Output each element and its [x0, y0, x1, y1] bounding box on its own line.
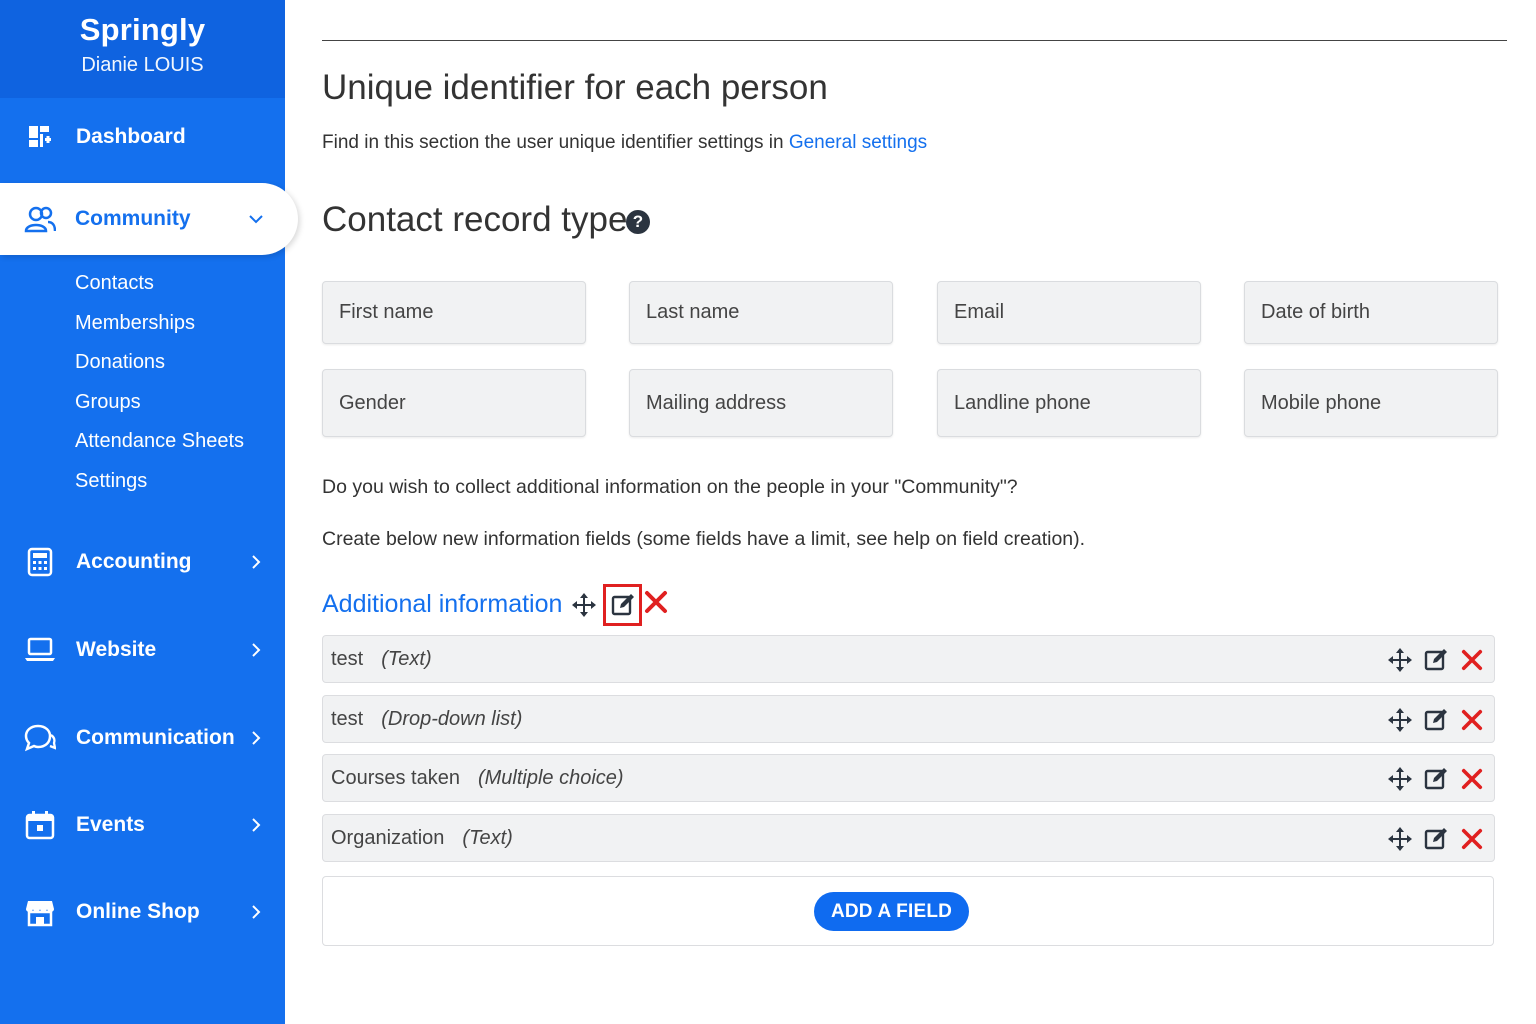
move-icon[interactable]	[1386, 646, 1414, 674]
standard-field-date-of-birth: Date of birth	[1244, 281, 1498, 344]
field-name: test	[331, 707, 364, 730]
user-name: Dianie LOUIS	[81, 54, 204, 76]
sidebar-item-accounting[interactable]: Accounting	[0, 532, 285, 592]
sidebar-item-events[interactable]: Events	[0, 795, 285, 855]
submenu-item-contacts[interactable]: Contacts	[75, 266, 244, 306]
delete-icon[interactable]	[1458, 825, 1486, 853]
sidebar-item-website[interactable]: Website	[0, 620, 285, 680]
field-name: Courses taken	[331, 766, 460, 789]
field-type: (Drop-down list)	[381, 707, 523, 730]
sidebar: Springly Dianie LOUIS Dashboard Communit…	[0, 0, 298, 1024]
field-name: Organization	[331, 826, 445, 849]
shop-icon	[24, 896, 56, 928]
row-actions	[1378, 706, 1486, 734]
chevron-right-icon	[246, 552, 266, 572]
move-icon[interactable]	[1386, 825, 1414, 853]
calendar-icon	[24, 809, 56, 841]
standard-field-last-name: Last name	[629, 281, 893, 344]
sidebar-item-communication[interactable]: Communication	[0, 708, 285, 768]
sidebar-item-label: Community	[75, 207, 191, 230]
sidebar-item-label: Accounting	[76, 550, 192, 573]
move-icon[interactable]	[1386, 706, 1414, 734]
general-settings-link[interactable]: General settings	[789, 132, 927, 153]
submenu-item-memberships[interactable]: Memberships	[75, 306, 244, 346]
chevron-right-icon	[246, 728, 266, 748]
field-name: test	[331, 647, 364, 670]
community-icon	[24, 203, 56, 235]
edit-section-button[interactable]	[603, 584, 642, 626]
standard-field-email: Email	[937, 281, 1201, 344]
delete-icon[interactable]	[1458, 646, 1486, 674]
contact-record-type-title: Contact record type	[322, 200, 628, 239]
custom-field-row: test (Drop-down list)	[322, 695, 1495, 743]
sidebar-item-community[interactable]: Community	[0, 183, 298, 255]
submenu-item-groups[interactable]: Groups	[75, 385, 244, 425]
brand-name: Springly	[79, 12, 206, 47]
standard-field-first-name: First name	[322, 281, 586, 344]
field-type: (Text)	[462, 826, 513, 849]
sidebar-item-dashboard[interactable]: Dashboard	[0, 107, 285, 167]
add-field-container: ADD A FIELD	[322, 876, 1494, 946]
delete-icon[interactable]	[1458, 765, 1486, 793]
delete-section-button[interactable]	[644, 590, 670, 616]
field-type: (Multiple choice)	[477, 766, 624, 789]
help-icon[interactable]: ?	[626, 210, 650, 234]
move-icon[interactable]	[571, 592, 597, 618]
submenu-item-settings[interactable]: Settings	[75, 464, 244, 504]
move-icon[interactable]	[1386, 765, 1414, 793]
chevron-right-icon	[246, 815, 266, 835]
edit-icon[interactable]	[1422, 646, 1450, 674]
chevron-down-icon	[246, 209, 266, 229]
sidebar-item-label: Online Shop	[76, 900, 200, 923]
sidebar-item-label: Website	[76, 638, 157, 661]
unique-identifier-title: Unique identifier for each person	[322, 68, 828, 107]
sidebar-item-label: Events	[76, 813, 145, 836]
field-type: (Text)	[381, 647, 432, 670]
chevron-right-icon	[246, 640, 266, 660]
edit-icon	[611, 594, 634, 616]
row-actions	[1378, 765, 1486, 793]
additional-information-title: Additional information	[322, 590, 563, 618]
standard-field-mailing-address: Mailing address	[629, 369, 893, 437]
edit-icon[interactable]	[1422, 765, 1450, 793]
community-submenu: Contacts Memberships Donations Groups At…	[75, 266, 244, 503]
sidebar-item-online-shop[interactable]: Online Shop	[0, 882, 285, 942]
chat-icon	[24, 722, 56, 754]
add-field-button[interactable]: ADD A FIELD	[814, 892, 969, 931]
brand-header: Springly Dianie LOUIS	[0, 0, 285, 98]
close-icon	[645, 591, 667, 613]
edit-icon[interactable]	[1422, 825, 1450, 853]
chevron-right-icon	[246, 902, 266, 922]
standard-field-landline-phone: Landline phone	[937, 369, 1201, 437]
laptop-icon	[24, 634, 56, 666]
divider	[322, 40, 1507, 41]
row-actions	[1378, 646, 1486, 674]
sidebar-item-label: Communication	[76, 726, 235, 749]
standard-field-gender: Gender	[322, 369, 586, 437]
custom-field-row: Organization (Text)	[322, 814, 1495, 862]
description-text: Find in this section the user unique ide…	[322, 132, 789, 153]
submenu-item-attendance-sheets[interactable]: Attendance Sheets	[75, 424, 244, 464]
row-actions	[1378, 825, 1486, 853]
standard-field-mobile-phone: Mobile phone	[1244, 369, 1498, 437]
custom-field-row: Courses taken (Multiple choice)	[322, 754, 1495, 802]
submenu-item-donations[interactable]: Donations	[75, 345, 244, 385]
additional-info-question: Do you wish to collect additional inform…	[322, 476, 1018, 498]
dashboard-icon	[24, 121, 56, 153]
unique-identifier-description: Find in this section the user unique ide…	[322, 132, 927, 154]
custom-field-row: test (Text)	[322, 635, 1495, 683]
calculator-icon	[24, 546, 56, 578]
edit-icon[interactable]	[1422, 706, 1450, 734]
delete-icon[interactable]	[1458, 706, 1486, 734]
field-creation-instruction: Create below new information fields (som…	[322, 528, 1086, 550]
sidebar-item-label: Dashboard	[76, 125, 186, 148]
